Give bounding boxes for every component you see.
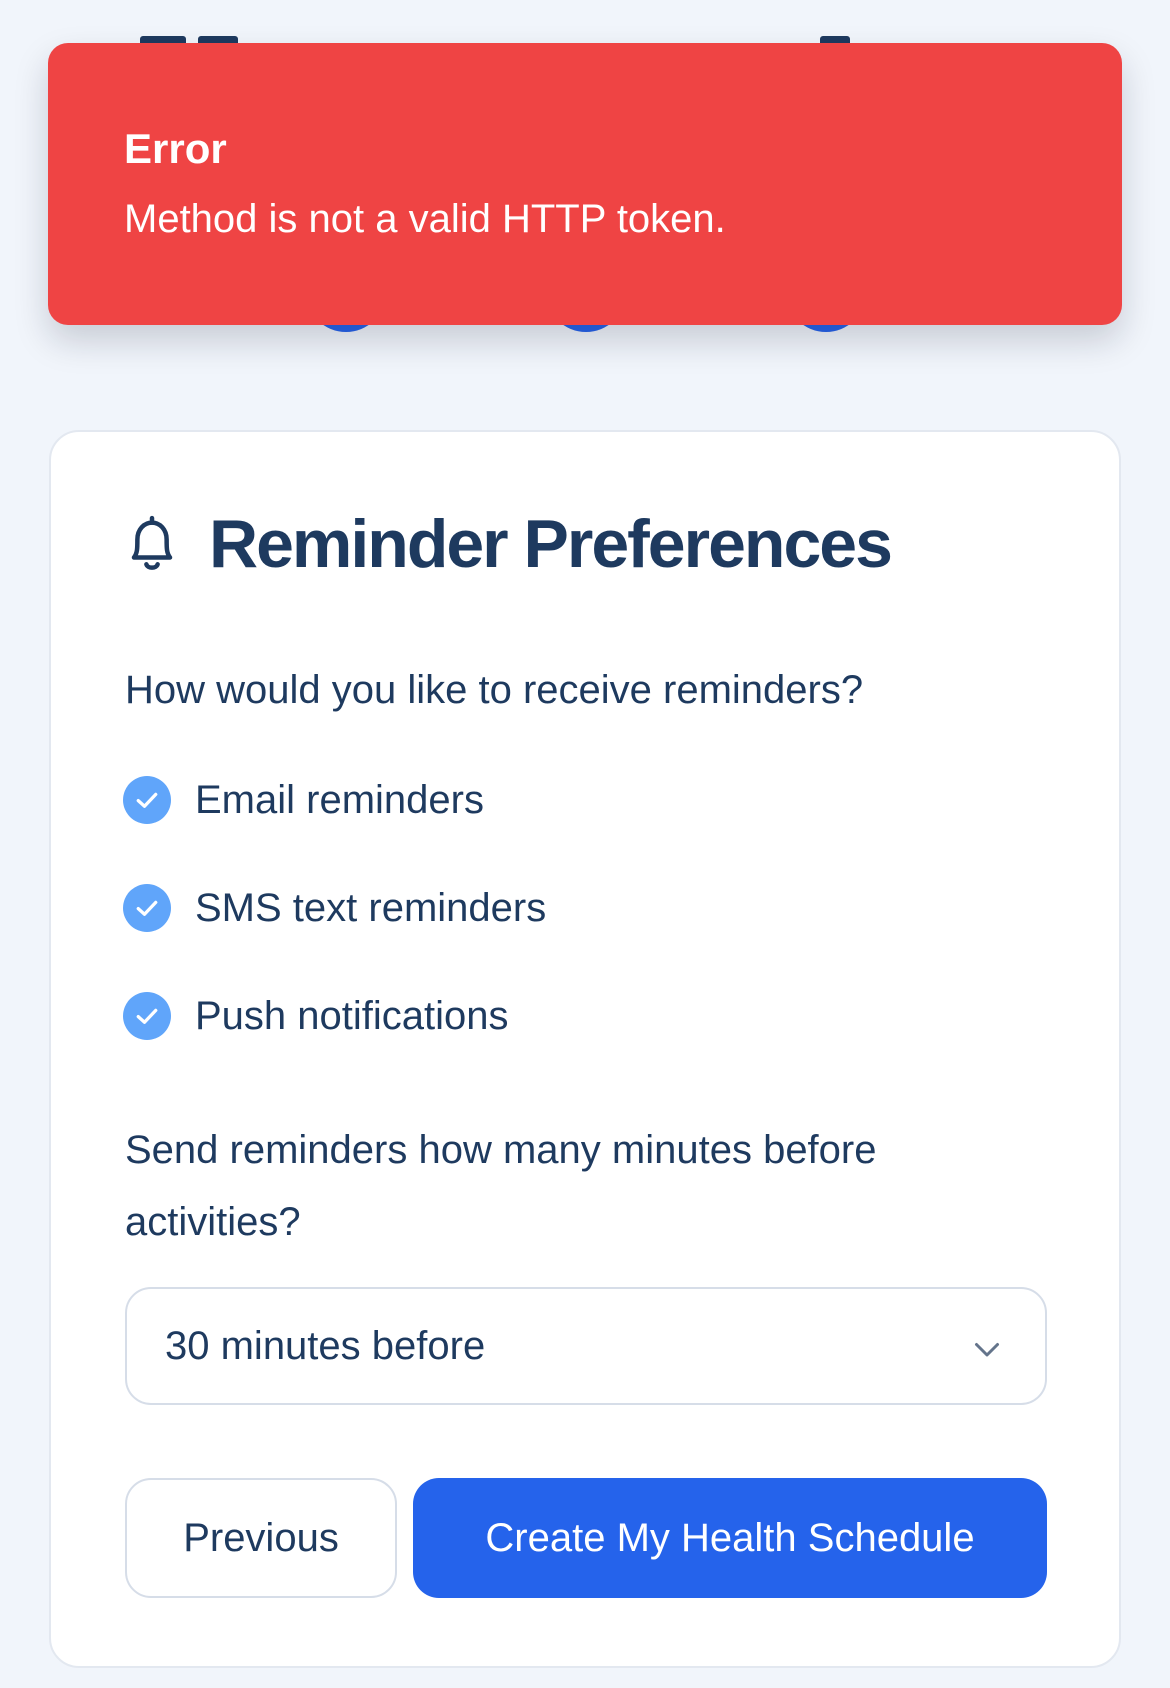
create-schedule-button[interactable]: Create My Health Schedule [413, 1478, 1047, 1598]
option-label: Email reminders [195, 777, 484, 822]
previous-button[interactable]: Previous [125, 1478, 397, 1598]
checkbox-checked-icon[interactable] [123, 776, 171, 824]
card-header: Reminder Preferences [125, 504, 893, 584]
option-sms-reminders[interactable]: SMS text reminders [123, 878, 546, 938]
bell-icon [131, 515, 173, 570]
select-value: 30 minutes before [165, 1323, 486, 1368]
error-title: Error [124, 125, 227, 172]
chevron-down-icon [975, 1343, 999, 1357]
reminder-timing-question: Send reminders how many minutes before a… [125, 1128, 877, 1244]
reminder-method-question: How would you like to receive reminders? [125, 668, 864, 712]
option-email-reminders[interactable]: Email reminders [123, 770, 484, 830]
option-label: Push notifications [195, 993, 509, 1038]
option-push-notifications[interactable]: Push notifications [123, 986, 509, 1046]
option-label: SMS text reminders [195, 885, 547, 930]
error-message: Method is not a valid HTTP token. [124, 197, 726, 241]
card-title: Reminder Preferences [209, 506, 893, 582]
error-toast[interactable]: Error Method is not a valid HTTP token. [48, 43, 1122, 325]
reminder-timing-select[interactable]: 30 minutes before [125, 1287, 1047, 1405]
checkbox-checked-icon[interactable] [123, 884, 171, 932]
checkbox-checked-icon[interactable] [123, 992, 171, 1040]
reminder-preferences-card: Reminder Preferences How would you like … [49, 430, 1121, 1668]
